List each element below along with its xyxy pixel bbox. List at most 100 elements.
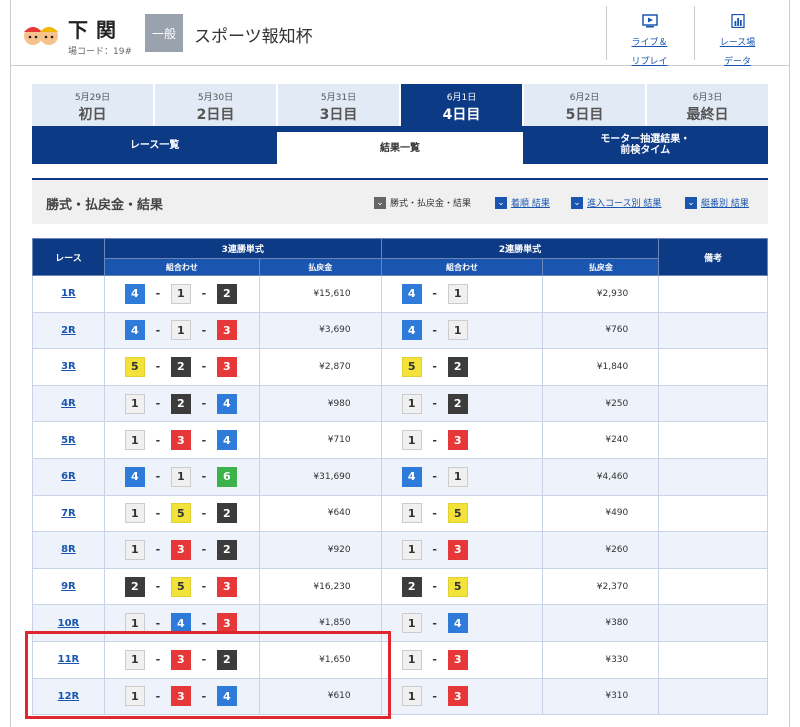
race-link[interactable]: 3R <box>32 348 105 386</box>
chart-icon <box>730 14 745 28</box>
boat-number-badge: 2 <box>124 576 145 597</box>
trifecta-combo: 1-5-2 <box>103 494 260 533</box>
exacta-payout: ¥260 <box>542 531 660 569</box>
chevron-down-icon: ⌄ <box>374 196 386 209</box>
table-row: 6R 4-1-6 ¥31,690 4-1 ¥4,460 <box>32 457 768 496</box>
boat-number-badge: 1 <box>124 393 145 414</box>
exacta-combo: 4-1 <box>380 311 544 350</box>
table-row: 4R 1-2-4 ¥980 1-2 ¥250 <box>32 384 768 423</box>
combo-boxes: 1-3 <box>401 649 543 670</box>
day-tab-4[interactable]: 6月1日 4日目 <box>401 84 524 126</box>
tab-results-list[interactable]: 結果一覧 <box>277 132 523 164</box>
day-tab-2[interactable]: 5月30日 2日目 <box>155 84 278 126</box>
boat-number-badge: 3 <box>170 649 191 670</box>
boat-number-badge: 1 <box>124 503 145 524</box>
exacta-payout: ¥490 <box>542 494 660 533</box>
race-link[interactable]: 7R <box>32 494 105 533</box>
boat-number-badge: 4 <box>124 320 145 341</box>
race-link[interactable]: 2R <box>32 311 105 350</box>
trifecta-combo: 1-3-2 <box>103 640 260 679</box>
header-exacta: 2連勝単式 <box>380 238 660 259</box>
table-row: 10R 1-4-3 ¥1,850 1-4 ¥380 <box>32 604 768 642</box>
filter-boat-number[interactable]: ⌄ 艇番別 結果 <box>685 196 749 209</box>
race-link[interactable]: 8R <box>32 531 105 569</box>
day-date: 6月1日 <box>446 93 477 103</box>
tab-motor-draw[interactable]: モーター抽選結果・ 前検タイム <box>523 126 768 164</box>
filter-label: 進入コース別 結果 <box>587 199 662 209</box>
race-link[interactable]: 12R <box>32 677 105 716</box>
live-replay-label: ライブ＆ リプレイ <box>631 38 668 67</box>
combo-separator: - <box>201 616 207 630</box>
combo-separator: - <box>155 580 161 594</box>
combo-boxes: 2-5-3 <box>124 576 259 597</box>
table-row: 12R 1-3-4 ¥610 1-3 ¥310 <box>32 677 768 716</box>
combo-separator: - <box>432 360 437 374</box>
boat-number-badge: 1 <box>124 539 145 560</box>
boat-number-badge: 1 <box>447 320 468 341</box>
header-ex-payout: 払戻金 <box>542 258 660 276</box>
race-link[interactable]: 11R <box>32 640 105 679</box>
boat-number-badge: 2 <box>170 356 191 377</box>
combo-separator: - <box>432 287 437 301</box>
grade-badge: 一般 <box>145 14 183 52</box>
filter-finish-order[interactable]: ⌄ 着順 結果 <box>495 196 550 209</box>
boat-number-badge: 1 <box>170 320 191 341</box>
exacta-payout: ¥760 <box>542 311 660 350</box>
trifecta-combo: 4-1-3 <box>103 311 260 350</box>
trifecta-payout: ¥1,650 <box>258 640 382 679</box>
header-trifecta: 3連勝単式 <box>103 238 382 259</box>
race-link[interactable]: 1R <box>32 275 105 313</box>
combo-separator: - <box>201 287 207 301</box>
day-tab-5[interactable]: 6月2日 5日目 <box>524 84 647 126</box>
trifecta-combo: 4-1-6 <box>103 457 260 496</box>
tab-race-list[interactable]: レース一覧 <box>32 126 277 164</box>
filter-payout[interactable]: ⌄ 勝式・払戻金・結果 <box>374 196 471 209</box>
trifecta-payout: ¥640 <box>258 494 382 533</box>
exacta-combo: 1-4 <box>380 604 544 642</box>
combo-boxes: 1-4 <box>401 613 543 634</box>
boat-number-badge: 3 <box>216 320 237 341</box>
notes-cell <box>658 457 768 496</box>
race-link[interactable]: 6R <box>32 457 105 496</box>
live-replay-button[interactable]: ライブ＆ リプレイ <box>606 6 692 67</box>
race-link[interactable]: 5R <box>32 421 105 459</box>
race-link[interactable]: 10R <box>32 604 105 642</box>
day-tab-3[interactable]: 5月31日 3日目 <box>278 84 401 126</box>
day-name: 2日目 <box>196 107 235 123</box>
combo-boxes: 1-3-2 <box>124 539 259 560</box>
notes-cell <box>658 494 768 533</box>
day-name: 4日目 <box>442 107 481 123</box>
combo-boxes: 1-4-3 <box>124 613 259 634</box>
boat-number-badge: 5 <box>124 356 145 377</box>
venue-name: 下関 <box>68 18 124 42</box>
race-link[interactable]: 4R <box>32 384 105 423</box>
day-name: 3日目 <box>319 107 358 123</box>
table-row: 8R 1-3-2 ¥920 1-3 ¥260 <box>32 531 768 569</box>
trifecta-combo: 1-3-2 <box>103 531 260 569</box>
trifecta-payout: ¥610 <box>258 677 382 716</box>
notes-cell <box>658 311 768 350</box>
trifecta-payout: ¥980 <box>258 384 382 423</box>
day-tab-6[interactable]: 6月3日 最終日 <box>647 84 768 126</box>
combo-separator: - <box>432 506 437 520</box>
boat-number-badge: 3 <box>216 356 237 377</box>
combo-boxes: 1-3 <box>401 430 543 451</box>
race-link[interactable]: 9R <box>32 567 105 606</box>
table-row: 2R 4-1-3 ¥3,690 4-1 ¥760 <box>32 311 768 350</box>
boat-number-badge: 1 <box>124 430 145 451</box>
day-tab-1[interactable]: 5月29日 初日 <box>32 84 155 126</box>
boat-number-badge: 4 <box>216 393 237 414</box>
boat-number-badge: 3 <box>216 576 237 597</box>
combo-boxes: 5-2 <box>401 356 543 377</box>
day-date: 6月3日 <box>692 93 723 103</box>
filter-entry-course[interactable]: ⌄ 進入コース別 結果 <box>571 196 661 209</box>
boat-number-badge: 1 <box>447 283 468 304</box>
combo-separator: - <box>432 470 437 484</box>
exacta-combo: 4-1 <box>380 457 544 496</box>
boat-number-badge: 4 <box>401 320 422 341</box>
chevron-down-icon: ⌄ <box>571 196 583 209</box>
chevron-down-icon: ⌄ <box>495 196 507 209</box>
boat-number-badge: 1 <box>401 393 422 414</box>
venue-data-button[interactable]: レース場 データ <box>694 6 780 67</box>
notes-cell <box>658 567 768 606</box>
